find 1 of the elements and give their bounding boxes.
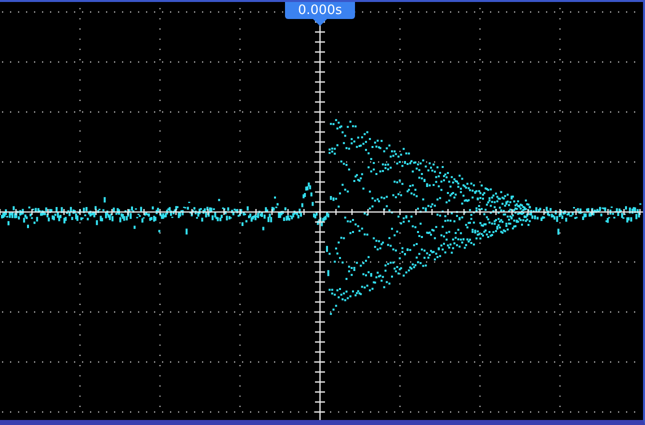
pointer-icon — [313, 19, 327, 26]
